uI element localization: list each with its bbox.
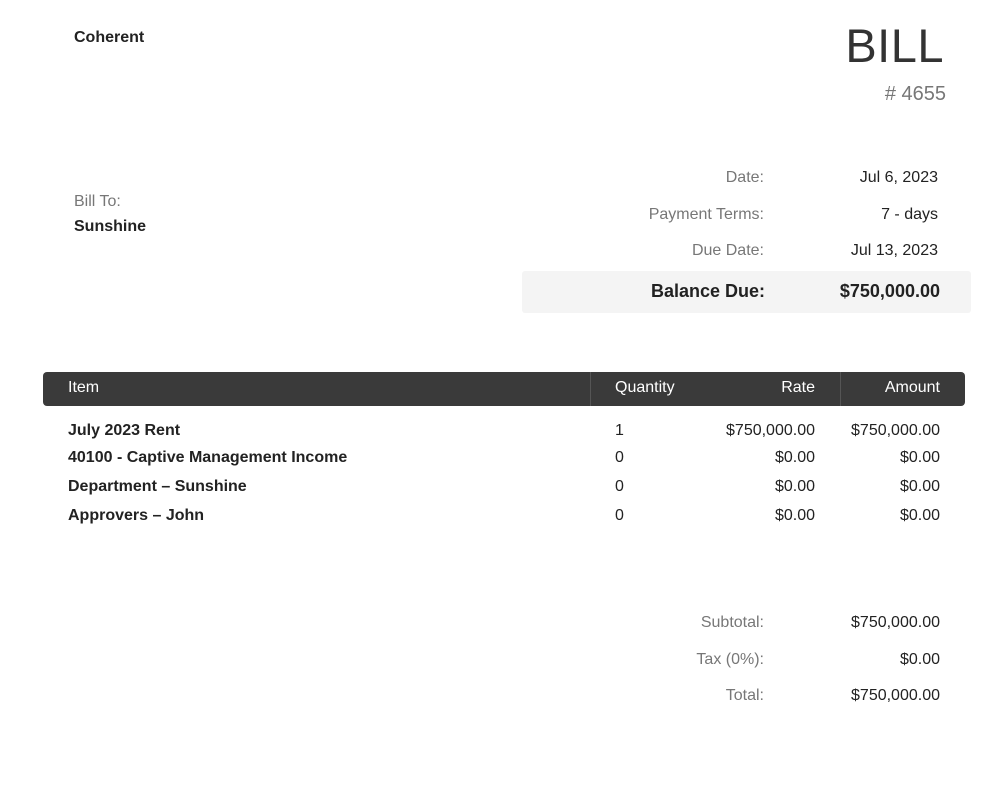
row-quantity: 0 bbox=[615, 478, 624, 495]
payment-terms-label: Payment Terms: bbox=[648, 206, 764, 223]
total-row: Total: $750,000.00 bbox=[520, 687, 940, 709]
payment-terms-value: 7 - days bbox=[881, 206, 938, 223]
row-quantity: 0 bbox=[615, 507, 624, 524]
row-rate: $0.00 bbox=[774, 478, 815, 495]
row-rate: $750,000.00 bbox=[726, 422, 815, 439]
row-item: 40100 - Captive Management Income bbox=[68, 449, 348, 466]
balance-due-value: $750,000.00 bbox=[839, 281, 940, 301]
header-rate: Rate bbox=[781, 379, 815, 396]
subtotal-row: Subtotal: $750,000.00 bbox=[520, 614, 940, 636]
table-row: July 2023 Rent 1 $750,000.00 $750,000.00 bbox=[43, 422, 965, 446]
payment-terms-row: Payment Terms: 7 - days bbox=[520, 206, 940, 228]
subtotal-label: Subtotal: bbox=[700, 614, 764, 631]
bill-number: # 4655 bbox=[884, 83, 946, 105]
row-quantity: 1 bbox=[615, 422, 624, 439]
date-value: Jul 6, 2023 bbox=[859, 169, 938, 186]
header-divider bbox=[840, 372, 841, 406]
date-row: Date: Jul 6, 2023 bbox=[520, 169, 940, 191]
row-quantity: 0 bbox=[615, 449, 624, 466]
due-date-value: Jul 13, 2023 bbox=[850, 242, 938, 259]
header-divider bbox=[590, 372, 591, 406]
row-amount: $0.00 bbox=[899, 507, 940, 524]
due-date-label: Due Date: bbox=[691, 242, 764, 259]
row-item: July 2023 Rent bbox=[68, 422, 181, 439]
total-label: Total: bbox=[725, 687, 764, 704]
tax-value: $0.00 bbox=[899, 651, 940, 668]
row-amount: $0.00 bbox=[899, 449, 940, 466]
row-amount: $0.00 bbox=[899, 478, 940, 495]
row-item: Department – Sunshine bbox=[68, 478, 247, 495]
date-label: Date: bbox=[725, 169, 764, 186]
row-rate: $0.00 bbox=[774, 449, 815, 466]
row-item: Approvers – John bbox=[68, 507, 205, 524]
document-title: BILL bbox=[845, 19, 944, 72]
company-name: Coherent bbox=[74, 29, 145, 46]
header-amount: Amount bbox=[884, 379, 940, 396]
header-quantity: Quantity bbox=[615, 379, 675, 396]
table-row: Department – Sunshine 0 $0.00 $0.00 bbox=[43, 478, 965, 502]
tax-row: Tax (0%): $0.00 bbox=[520, 651, 940, 673]
bill-to-name: Sunshine bbox=[74, 218, 147, 235]
balance-due-label: Balance Due: bbox=[650, 281, 765, 301]
tax-label: Tax (0%): bbox=[696, 651, 764, 668]
balance-due-box: Balance Due: $750,000.00 bbox=[522, 271, 971, 313]
due-date-row: Due Date: Jul 13, 2023 bbox=[520, 242, 940, 264]
row-amount: $750,000.00 bbox=[851, 422, 940, 439]
header-item: Item bbox=[68, 379, 100, 396]
table-row: Approvers – John 0 $0.00 $0.00 bbox=[43, 507, 965, 531]
row-rate: $0.00 bbox=[774, 507, 815, 524]
bill-to-label: Bill To: bbox=[74, 193, 121, 210]
items-table-header: Item Quantity Rate Amount bbox=[43, 372, 965, 406]
total-value: $750,000.00 bbox=[851, 687, 940, 704]
subtotal-value: $750,000.00 bbox=[851, 614, 940, 631]
table-row: 40100 - Captive Management Income 0 $0.0… bbox=[43, 449, 965, 473]
